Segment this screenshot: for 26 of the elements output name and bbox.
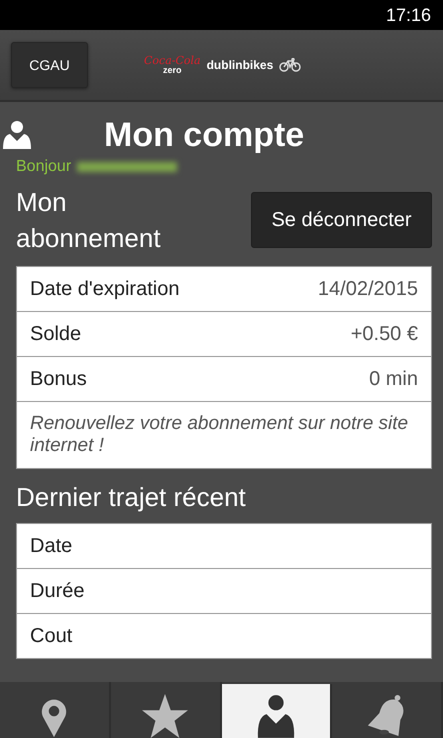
renewal-note: Renouvellez votre abonnement sur notre site internet !	[30, 413, 410, 457]
map-pin-icon	[41, 698, 68, 738]
sponsor-logo-text: Coca-Cola	[144, 55, 201, 66]
row-label: Cout	[30, 624, 72, 648]
user-icon	[2, 119, 32, 151]
row-label: Durée	[30, 580, 84, 602]
clock: 17:16	[386, 4, 431, 26]
row-label: Date d'expiration	[30, 278, 180, 300]
row-label: Bonus	[30, 368, 87, 390]
row-value: 0 min	[369, 368, 418, 390]
page-title: Mon compte	[104, 116, 304, 154]
star-icon	[142, 694, 188, 738]
row-value: 14/02/2015	[318, 278, 418, 300]
section-heading: Dernier trajet récent	[16, 481, 247, 514]
row-label: Date	[30, 534, 72, 558]
section-heading: Mon abonnement	[16, 186, 162, 255]
brand-logo-text: dublinbikes	[206, 58, 274, 72]
sponsor-logo-subtext: zero	[163, 66, 182, 75]
row-label: Solde	[30, 322, 82, 346]
user-icon	[256, 694, 295, 738]
greeting: Bonjour	[16, 158, 72, 176]
nav-tab[interactable]	[222, 684, 332, 738]
bicycle-icon	[279, 58, 302, 72]
logout-button[interactable]: Se déconnecter	[251, 192, 432, 248]
cgau-button[interactable]: CGAU	[11, 42, 88, 88]
row-value: +0.50 €	[350, 322, 418, 346]
